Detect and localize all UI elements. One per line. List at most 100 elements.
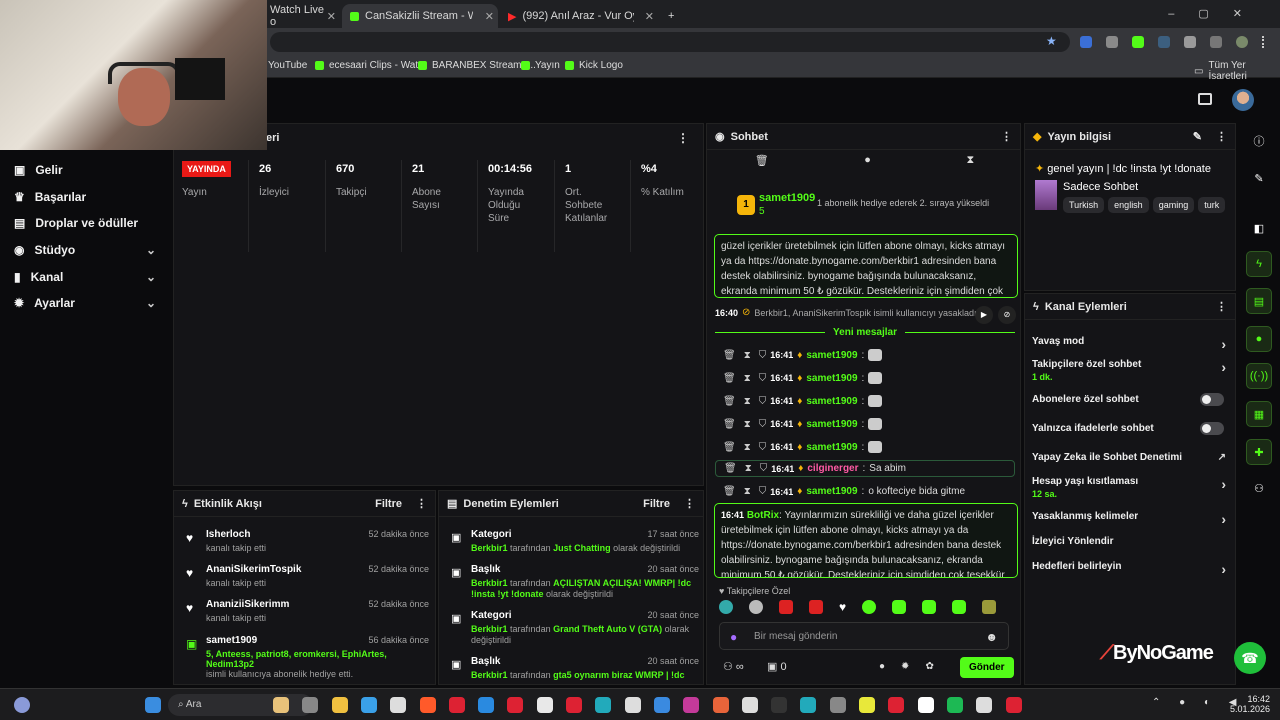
browser-tab[interactable]: Watch Live o ✕: [262, 4, 340, 28]
sidebar-item-gelir[interactable]: ▣ Gelir: [14, 163, 63, 177]
emote-icon[interactable]: [892, 600, 907, 614]
username[interactable]: samet1909: [806, 486, 857, 497]
trash-icon[interactable]: 🗑: [724, 463, 737, 474]
taskbar-app-icon[interactable]: [683, 697, 700, 713]
sidebar-item-ayarlar[interactable]: ✹ Ayarlar ⌄: [14, 296, 156, 310]
mod-user[interactable]: Berkbir1: [471, 670, 508, 680]
bookmark-item[interactable]: Kick Logo: [565, 60, 623, 71]
channel-action-row[interactable]: İzleyici Yönlendir: [1032, 536, 1232, 547]
lightning-icon[interactable]: ϟ: [1246, 251, 1272, 277]
taskbar-app-icon[interactable]: [859, 697, 875, 713]
hourglass-icon[interactable]: ⧗: [744, 373, 751, 384]
shield-icon[interactable]: ⛉: [760, 463, 768, 474]
emote-picker-icon[interactable]: ✿: [925, 661, 933, 672]
hourglass-icon[interactable]: ⧗: [744, 350, 751, 361]
panel-icon[interactable]: ▦: [1246, 401, 1272, 427]
taskbar-app-icon[interactable]: [829, 697, 846, 713]
mic-icon[interactable]: ●: [730, 630, 737, 644]
emote-icon[interactable]: [779, 600, 793, 614]
emote-icon[interactable]: [922, 600, 937, 614]
mod-user[interactable]: Berkbir1: [471, 578, 508, 588]
layout-icon[interactable]: ◧: [1246, 215, 1272, 241]
filter-button[interactable]: Filtre: [375, 498, 402, 510]
taskbar-app-icon[interactable]: [976, 697, 993, 713]
taskbar-app-icon[interactable]: [741, 697, 758, 713]
sidebar-item-kanal[interactable]: ▮ Kanal ⌄: [14, 270, 156, 284]
channel-action-row[interactable]: Yasaklanmış kelimeler ›: [1032, 511, 1232, 527]
profile-icon[interactable]: [1236, 36, 1248, 48]
taskbar-search[interactable]: ⌕ Ara: [168, 694, 313, 716]
emote-icon[interactable]: [749, 600, 763, 614]
taskbar-app-icon[interactable]: [946, 697, 963, 713]
taskbar-app-icon[interactable]: [566, 697, 582, 713]
edit-icon[interactable]: ✎: [1246, 165, 1272, 191]
username[interactable]: samet1909: [806, 396, 857, 407]
taskbar-app-icon[interactable]: [624, 697, 641, 713]
edit-icon[interactable]: ✎: [1193, 130, 1202, 143]
tag[interactable]: turk: [1198, 197, 1226, 213]
shield-icon[interactable]: ⛉: [759, 350, 767, 361]
channel-action-row[interactable]: Takipçilere özel sohbet 1 dk. ›: [1032, 359, 1232, 382]
browser-tab[interactable]: CanSakizlii Stream - Watch Live ✕: [342, 4, 498, 28]
channel-action-row[interactable]: Yavaş mod ›: [1032, 336, 1232, 352]
sidebar-item-studyo[interactable]: ◉ Stüdyo ⌄: [14, 243, 156, 257]
eye-off-icon[interactable]: ⊘: [998, 306, 1016, 324]
mod-user[interactable]: Berkbir1: [471, 624, 508, 634]
chat-icon[interactable]: ●: [1246, 326, 1272, 352]
taskbar-app-icon[interactable]: [390, 697, 407, 713]
category-name[interactable]: Sadece Sohbet: [1063, 181, 1138, 193]
broadcast-icon[interactable]: ((·)): [1246, 363, 1272, 389]
address-input[interactable]: [270, 32, 1070, 52]
trash-icon[interactable]: 🗑: [723, 373, 736, 384]
toggle-switch[interactable]: [1200, 393, 1224, 406]
more-options-icon[interactable]: ⋮: [1001, 130, 1012, 143]
filter-button[interactable]: Filtre: [643, 498, 670, 510]
emote-icon[interactable]: [719, 600, 733, 614]
hourglass-icon[interactable]: ⧗: [744, 442, 751, 453]
hourglass-icon[interactable]: ⧗: [744, 419, 751, 430]
tool-icon[interactable]: ✚: [1246, 439, 1272, 465]
taskbar-app-icon[interactable]: [1005, 697, 1022, 713]
bookmark-star-icon[interactable]: ★: [1046, 34, 1057, 48]
channel-action-row[interactable]: Hesap yaşı kısıtlaması 12 sa. ›: [1032, 476, 1232, 499]
channel-action-row[interactable]: Hedefleri belirleyin ›: [1032, 561, 1232, 577]
gift-icon[interactable]: ▣ 0: [767, 660, 787, 673]
taskbar-app-icon[interactable]: [360, 697, 377, 713]
taskbar-app-icon[interactable]: [302, 697, 319, 713]
hourglass-icon[interactable]: ⧗: [966, 154, 974, 174]
tag[interactable]: english: [1108, 197, 1149, 213]
taskbar-app-icon[interactable]: [712, 697, 729, 713]
emote-icon[interactable]: [862, 600, 877, 614]
more-options-icon[interactable]: ⋮: [1216, 300, 1227, 313]
username[interactable]: samet1909: [806, 350, 857, 361]
shield-icon[interactable]: ⛉: [759, 419, 767, 430]
taskbar-app-icon[interactable]: [536, 697, 553, 713]
comment-icon[interactable]: ●: [864, 154, 871, 174]
browser-tab[interactable]: ▶ (992) Anıl Araz - Vur Oynasın Te ✕: [500, 4, 658, 28]
close-icon[interactable]: ✕: [327, 10, 336, 23]
sidebar-item-droplar[interactable]: ▤ Droplar ve ödüller: [14, 216, 138, 230]
username[interactable]: samet1909: [806, 373, 857, 384]
menu-dots-icon[interactable]: [1262, 36, 1266, 48]
extension-icon[interactable]: [1158, 36, 1170, 48]
close-icon[interactable]: ✕: [645, 10, 654, 23]
channel-action-row[interactable]: Yapay Zeka ile Sohbet Denetimi ↗: [1032, 452, 1232, 463]
extension-icon[interactable]: [1080, 36, 1092, 48]
close-icon[interactable]: ✕: [485, 10, 494, 23]
play-icon[interactable]: ▶: [975, 306, 993, 324]
more-options-icon[interactable]: ⋮: [416, 497, 427, 510]
taskbar-app-icon[interactable]: [771, 697, 788, 713]
bookmark-item[interactable]: YouTube: [268, 60, 307, 71]
windows-start-icon[interactable]: [145, 697, 161, 713]
shield-icon[interactable]: ⛉: [759, 486, 767, 497]
emote-icon[interactable]: [809, 600, 823, 614]
avatar[interactable]: [1232, 89, 1254, 111]
trash-icon[interactable]: 🗑: [723, 442, 736, 453]
trash-icon[interactable]: 🗑: [755, 154, 769, 174]
system-tray[interactable]: ⌃ ● ◐ ◀: [1152, 697, 1244, 708]
taskbar-app-icon[interactable]: [800, 697, 817, 713]
comment-icon[interactable]: ●: [879, 661, 885, 672]
gear-icon[interactable]: ✹: [901, 661, 909, 672]
shield-icon[interactable]: ⛉: [759, 396, 767, 407]
info-icon[interactable]: ⓘ: [1246, 128, 1272, 154]
